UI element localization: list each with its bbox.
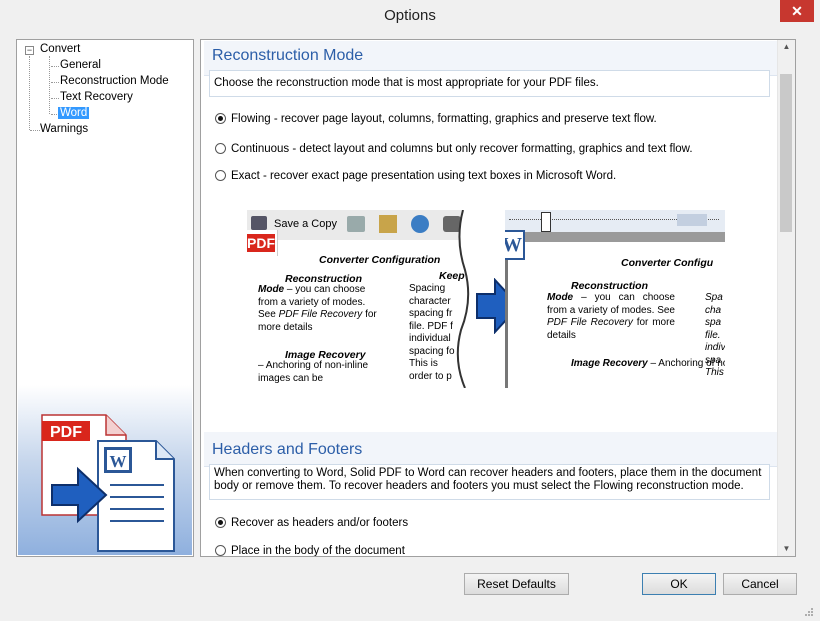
preview-paragraph: Mode – you can choose from a variety of … <box>547 292 675 341</box>
preview-subheading: Reconstruction <box>571 280 649 292</box>
preview-heading: Converter Configuration <box>319 254 441 266</box>
print-icon <box>347 216 365 232</box>
tree-item-reconstruction-mode[interactable]: Reconstruction Mode <box>60 75 169 87</box>
preview-paragraph: Mode – you can choose from a variety of … <box>258 284 377 333</box>
comment-icon <box>379 215 397 233</box>
radio-label: Place in the body of the document <box>231 545 405 557</box>
tree-item-label: General <box>60 59 101 71</box>
headers-description: When converting to Word, Solid PDF to Wo… <box>209 464 770 500</box>
mode-preview-illustration: Save a Copy PDF Converter Configuration … <box>247 210 725 390</box>
scroll-up-icon[interactable]: ▲ <box>778 40 795 54</box>
radio-button-selected[interactable] <box>215 517 226 528</box>
close-button[interactable]: ✕ <box>780 0 814 22</box>
tree-connector <box>51 66 59 67</box>
section-title-reconstruction: Reconstruction Mode <box>212 47 364 64</box>
vertical-scrollbar[interactable]: ▲ ▼ <box>777 40 795 556</box>
tree-item-label: Reconstruction Mode <box>60 75 169 87</box>
tree-item-general[interactable]: General <box>60 59 101 71</box>
tree-item-label: Warnings <box>40 123 89 135</box>
settings-panel: Reconstruction Mode Choose the reconstru… <box>200 39 796 557</box>
product-logo: PDF W <box>18 385 192 555</box>
ok-button[interactable]: OK <box>642 573 716 595</box>
save-copy-label: Save a Copy <box>274 218 337 230</box>
pdf-badge: PDF <box>247 234 275 252</box>
tree-connector <box>30 130 40 131</box>
reconstruction-description: Choose the reconstruction mode that is m… <box>209 70 770 97</box>
tree-item-warnings[interactable]: Warnings <box>40 123 88 135</box>
preview-paragraph: Spa cha spa file. indiv spa This <box>705 292 725 378</box>
preview-heading: Converter Configu <box>621 257 714 269</box>
tree-item-label: Text Recovery <box>60 91 133 103</box>
radio-button[interactable] <box>215 143 226 154</box>
scroll-thumb[interactable] <box>780 74 792 232</box>
radio-exact[interactable]: Exact - recover exact page presentation … <box>215 170 616 182</box>
radio-button[interactable] <box>215 545 226 556</box>
pdf-to-word-logo-icon: PDF W <box>41 414 175 552</box>
tree-item-word[interactable]: Word <box>58 107 90 119</box>
resize-grip-icon[interactable] <box>804 607 814 617</box>
radio-recover-headers[interactable]: Recover as headers and/or footers <box>215 517 408 529</box>
tree-item-label: Word <box>58 107 90 119</box>
cancel-button[interactable]: Cancel <box>723 573 797 595</box>
tree-item-convert[interactable]: Convert <box>40 43 80 55</box>
reset-defaults-button[interactable]: Reset Defaults <box>464 573 569 595</box>
save-icon <box>251 216 267 230</box>
pdf-badge-label: PDF <box>50 424 82 441</box>
word-badge: W <box>505 232 523 258</box>
radio-label: Exact - recover exact page presentation … <box>231 170 617 182</box>
tree-connector <box>51 98 59 99</box>
scroll-down-icon[interactable]: ▼ <box>778 542 795 556</box>
preview-paragraph: Image Recovery – Anchoring of non-inline <box>571 358 725 369</box>
tree-item-text-recovery[interactable]: Text Recovery <box>60 91 133 103</box>
collapse-icon[interactable]: − <box>25 46 34 55</box>
radio-place-in-body[interactable]: Place in the body of the document <box>215 545 405 557</box>
word-badge-label: W <box>110 452 127 471</box>
radio-label: Continuous - detect layout and columns b… <box>231 143 693 155</box>
radio-continuous[interactable]: Continuous - detect layout and columns b… <box>215 143 693 155</box>
tree-connector <box>29 56 30 130</box>
options-tree: − Convert General Reconstruction Mode Te… <box>16 39 194 557</box>
radio-button-selected[interactable] <box>215 113 226 124</box>
tree-connector <box>51 82 59 83</box>
window-title: Options <box>384 7 436 24</box>
section-title-headers-footers: Headers and Footers <box>212 441 363 458</box>
tree-connector <box>49 56 50 114</box>
title-bar: Options ✕ <box>0 0 820 32</box>
radio-button[interactable] <box>215 170 226 181</box>
word-preview-page: W Converter Configu Reconstruction Mode … <box>505 210 725 388</box>
globe-icon <box>411 215 429 233</box>
pdf-preview-page: Save a Copy PDF Converter Configuration … <box>247 210 467 388</box>
radio-flowing[interactable]: Flowing - recover page layout, columns, … <box>215 113 657 125</box>
preview-paragraph: – Anchoring of non-inline images can be <box>258 360 369 384</box>
radio-label: Recover as headers and/or footers <box>231 517 409 529</box>
tree-item-label: Convert <box>40 43 81 55</box>
radio-label: Flowing - recover page layout, columns, … <box>231 113 657 125</box>
ruler-indent-marker <box>541 212 551 232</box>
